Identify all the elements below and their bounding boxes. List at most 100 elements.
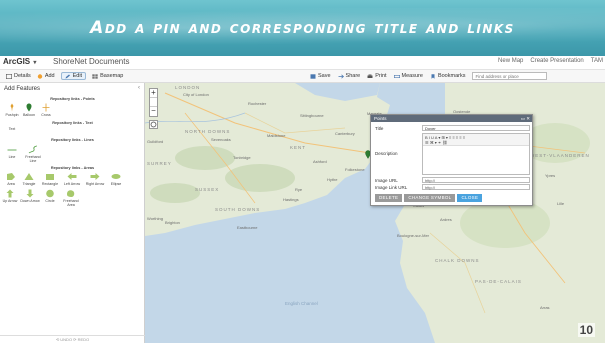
share-icon xyxy=(338,74,344,78)
triangle-icon xyxy=(24,173,34,180)
freehand-line-icon xyxy=(28,145,38,154)
change-symbol-button[interactable]: CHANGE SYMBOL xyxy=(404,194,456,202)
cross-icon xyxy=(42,103,50,112)
map-label: WEST-VLAANDEREN xyxy=(530,153,590,158)
title-input[interactable]: Dover xyxy=(422,125,530,131)
editor-insert-row[interactable]: ☰ ⌘ ▾ ⚭ ⛓ xyxy=(425,140,527,145)
details-label: Details xyxy=(14,73,31,79)
edit-button[interactable]: Edit xyxy=(60,72,87,80)
symbol-label: Text xyxy=(8,127,16,131)
new-map-link[interactable]: New Map xyxy=(498,58,523,64)
app-header: ArcGIS ▾ ShoreNet Documents New Map Crea… xyxy=(0,56,605,70)
search-input[interactable] xyxy=(472,72,548,80)
zoom-control: + − xyxy=(149,88,158,117)
map-label: KENT xyxy=(290,145,307,150)
symbol-balloon[interactable]: Balloon xyxy=(22,103,36,117)
map-toolbar: Details Add Edit Basemap Save Share Prin… xyxy=(0,70,605,83)
locate-icon xyxy=(150,121,157,128)
symbol-right-arrow[interactable]: Right Arrow xyxy=(84,172,106,186)
home-button[interactable] xyxy=(149,120,158,129)
down-arrow-icon xyxy=(26,189,34,198)
brand-label: ArcGIS xyxy=(3,57,31,66)
symbol-label: Cross xyxy=(41,113,51,117)
symbol-label: Circle xyxy=(45,199,55,203)
symbol-circle[interactable]: Circle xyxy=(42,189,58,203)
printer-icon xyxy=(367,73,373,78)
save-button[interactable]: Save xyxy=(310,73,331,79)
map-label: NORTH DOWNS xyxy=(185,129,231,134)
measure-button[interactable]: Measure xyxy=(393,73,423,79)
add-button[interactable]: Add xyxy=(37,73,55,79)
symbol-label: Left Arrow xyxy=(63,182,81,186)
add-icon xyxy=(37,73,43,79)
basemap-icon xyxy=(92,73,98,79)
user-menu[interactable]: TAM xyxy=(591,58,603,64)
zoom-in-button[interactable]: + xyxy=(150,89,157,98)
delete-button[interactable]: DELETE xyxy=(375,194,403,202)
image-link-input[interactable]: http:// xyxy=(422,184,530,190)
measure-label: Measure xyxy=(401,73,423,79)
details-icon xyxy=(6,73,12,79)
symbol-cross[interactable]: Cross xyxy=(39,103,53,117)
create-presentation-link[interactable]: Create Presentation xyxy=(530,58,583,64)
symbol-label: Line xyxy=(8,155,16,159)
symbol-text[interactable]: Text xyxy=(5,127,19,131)
symbol-line[interactable]: Line xyxy=(5,145,19,159)
symbol-rectangle[interactable]: Rectangle xyxy=(40,172,60,186)
symbol-freehand-area[interactable]: Freehand Area xyxy=(60,189,82,207)
title-label: Title xyxy=(375,126,384,131)
map-label: City of London xyxy=(183,92,209,97)
section-title-areas: Repository links - Areas xyxy=(50,166,95,170)
description-editor[interactable]: B I U A ▾ ⊞ ▾ ≡ ≡ ≡ ≡ ≡ ☰ ⌘ ▾ ⚭ ⛓ xyxy=(422,133,530,175)
editor-toolbar[interactable]: B I U A ▾ ⊞ ▾ ≡ ≡ ≡ ≡ ≡ ☰ ⌘ ▾ ⚭ ⛓ xyxy=(423,134,529,146)
save-label: Save xyxy=(318,73,331,79)
arcgis-menu[interactable]: ArcGIS ▾ xyxy=(3,57,36,66)
popup-header: Points ▭ ✕ xyxy=(371,115,532,122)
bookmarks-button[interactable]: Bookmarks xyxy=(430,73,466,79)
map-label: Ardres xyxy=(440,217,452,222)
popup-window-controls[interactable]: ▭ ✕ xyxy=(521,115,530,122)
symbol-label: Rectangle xyxy=(41,182,59,186)
rectangle-icon xyxy=(46,174,54,180)
symbol-area[interactable]: Area xyxy=(3,172,19,186)
ruler-icon xyxy=(393,74,400,78)
basemap-button[interactable]: Basemap xyxy=(92,73,123,79)
slide-title: Add a pin and corresponding title and li… xyxy=(90,18,515,38)
symbol-freehand-line[interactable]: Freehand Line xyxy=(24,145,42,163)
map-label: English Channel xyxy=(285,301,318,306)
add-features-panel: Add Features ‹ Repository links - Points… xyxy=(0,83,145,343)
collapse-panel-button[interactable]: ‹ xyxy=(138,85,140,91)
image-url-input[interactable]: http:// xyxy=(422,177,530,183)
title-banner: Add a pin and corresponding title and li… xyxy=(0,0,605,56)
undo-redo-bar[interactable]: ⟲ UNDO ⟳ REDO xyxy=(0,335,145,343)
bookmark-icon xyxy=(431,73,435,79)
symbol-pushpin[interactable]: Pushpin xyxy=(5,103,19,117)
zoom-out-button[interactable]: − xyxy=(150,107,157,116)
area-icon xyxy=(7,173,15,180)
map-label: Worthing xyxy=(147,216,163,221)
map-label: Tonbridge xyxy=(233,155,251,160)
symbol-triangle[interactable]: Triangle xyxy=(20,172,38,186)
map-label: Guildford xyxy=(147,139,164,144)
map-label: SUSSEX xyxy=(195,187,220,192)
bookmarks-label: Bookmarks xyxy=(437,73,466,79)
details-button[interactable]: Details xyxy=(6,73,31,79)
feature-popup: Points ▭ ✕ Title Dover Description B I U… xyxy=(370,114,533,206)
document-title: ShoreNet Documents xyxy=(53,57,130,66)
close-button[interactable]: CLOSE xyxy=(457,194,483,202)
map-label: Eastbourne xyxy=(237,225,258,230)
symbol-ellipse[interactable]: Ellipse xyxy=(108,172,124,186)
chevron-down-icon: ▾ xyxy=(33,60,37,66)
up-arrow-icon xyxy=(6,189,14,198)
pushpin-icon xyxy=(10,103,14,112)
symbol-label: Up Arrow xyxy=(2,199,18,203)
map-label: Hastings xyxy=(283,197,299,202)
print-button[interactable]: Print xyxy=(367,73,387,79)
symbol-left-arrow[interactable]: Left Arrow xyxy=(62,172,82,186)
map-label: Folkestone xyxy=(345,167,365,172)
symbol-down-arrow[interactable]: Down Arrow xyxy=(20,189,40,203)
symbol-up-arrow[interactable]: Up Arrow xyxy=(1,189,19,203)
symbol-label: Right Arrow xyxy=(85,182,105,186)
share-button[interactable]: Share xyxy=(338,73,360,79)
pencil-icon xyxy=(65,74,70,78)
